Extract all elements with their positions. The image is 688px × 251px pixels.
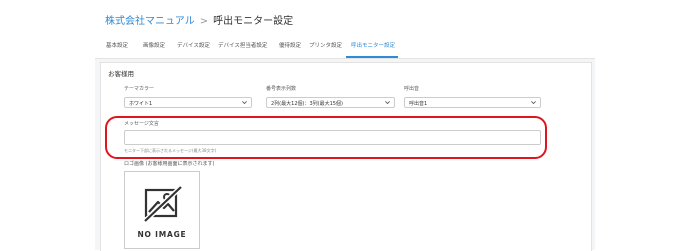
no-image-icon [143, 184, 183, 224]
tab-image[interactable]: 画像設定 [143, 41, 165, 49]
section-title: お客様用 [108, 70, 134, 78]
call-sound-value: 呼出音1 [409, 101, 428, 107]
tab-benefit[interactable]: 優待設定 [279, 41, 301, 49]
no-image-text: NO IMAGE [137, 230, 187, 239]
header-bar: 株式会社マニュアル > 呼出モニター設定 [95, 0, 595, 37]
breadcrumb-current: 呼出モニター設定 [213, 16, 294, 27]
message-field-highlight [105, 116, 547, 159]
number-display-value: 2列(最大12個)：3列(最大15個) [271, 101, 343, 107]
breadcrumb-company-link[interactable]: 株式会社マニュアル [105, 16, 195, 27]
theme-color-value: ホワイト1 [129, 101, 153, 107]
theme-color-select[interactable]: ホワイト1 [124, 97, 252, 108]
logo-image-label: ロゴ画像 (お客様用画面に表示されます) [124, 161, 215, 167]
chevron-down-icon [242, 101, 247, 105]
tab-printer[interactable]: プリンタ設定 [309, 41, 342, 49]
chevron-down-icon [531, 101, 536, 105]
settings-tabs: 基本設定 画像設定 デバイス設定 デバイス担当者設定 優待設定 プリンタ設定 呼… [95, 36, 595, 59]
call-sound-label: 呼出音 [404, 86, 420, 92]
tab-device[interactable]: デバイス設定 [177, 41, 210, 49]
active-tab-indicator [346, 56, 398, 58]
tab-device-staff[interactable]: デバイス担当者設定 [218, 41, 267, 49]
number-display-select[interactable]: 2列(最大12個)：3列(最大15個) [266, 97, 395, 108]
chevron-down-icon [385, 101, 390, 105]
logo-image-upload[interactable]: NO IMAGE [124, 171, 200, 249]
call-sound-select[interactable]: 呼出音1 [404, 97, 541, 108]
tab-call-monitor[interactable]: 呼出モニター設定 [351, 41, 395, 49]
tab-basic[interactable]: 基本設定 [106, 41, 128, 49]
breadcrumb-separator: > [199, 16, 209, 27]
number-display-label: 番号表示列数 [266, 86, 297, 92]
theme-color-label: テーマカラー [124, 86, 155, 92]
breadcrumb: 株式会社マニュアル > 呼出モニター設定 [105, 12, 293, 27]
